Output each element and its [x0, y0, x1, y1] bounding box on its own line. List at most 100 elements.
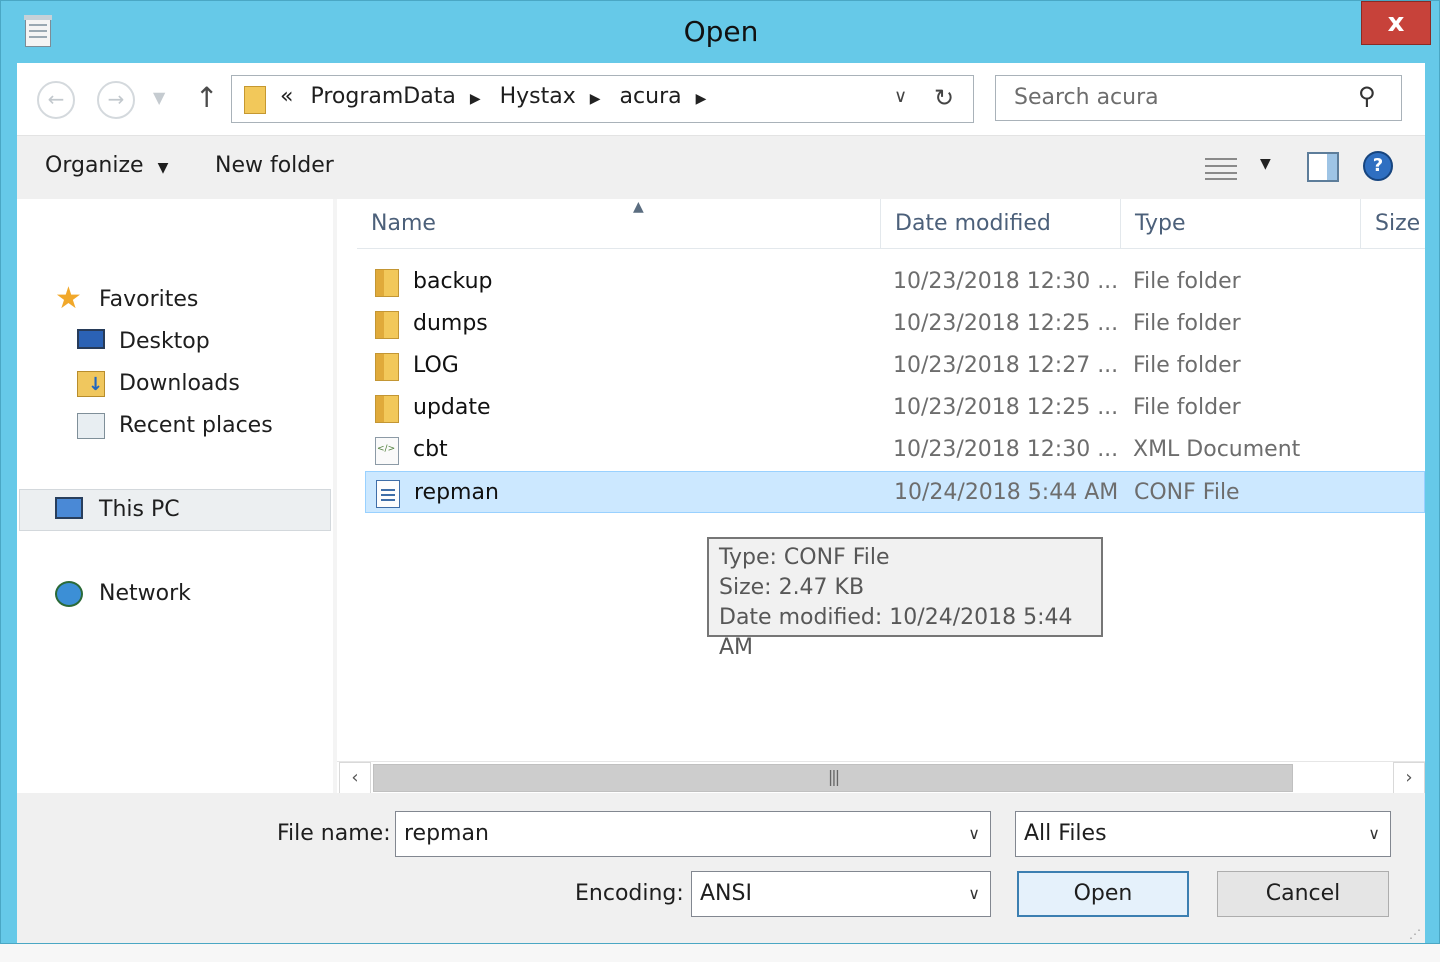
file-date: 10/24/2018 5:44 AM	[894, 480, 1119, 505]
nav-downloads[interactable]: Downloads	[77, 367, 317, 403]
search-input[interactable]: Search acura ⚲	[995, 75, 1402, 121]
file-row-backup[interactable]: backup 10/23/2018 12:30 ... File folder	[365, 261, 1425, 303]
folder-icon	[375, 311, 399, 339]
column-header-date[interactable]: Date modified	[881, 199, 1121, 249]
chevron-down-icon[interactable]: ∨	[968, 824, 980, 843]
back-arrow-icon[interactable]: ←	[37, 81, 75, 119]
file-row-log[interactable]: LOG 10/23/2018 12:27 ... File folder	[365, 345, 1425, 387]
file-name: cbt	[413, 437, 448, 462]
file-name: backup	[413, 269, 493, 294]
folder-icon	[244, 86, 266, 114]
address-history-chevron-icon[interactable]: ∨	[894, 86, 907, 107]
nav-network[interactable]: Network	[55, 577, 315, 613]
cancel-button[interactable]: Cancel	[1217, 871, 1389, 917]
open-button[interactable]: Open	[1017, 871, 1189, 917]
nav-recent-places-label: Recent places	[119, 413, 273, 438]
computer-icon	[55, 497, 83, 519]
nav-favorites[interactable]: ★ Favorites	[55, 281, 315, 319]
file-name: dumps	[413, 311, 488, 336]
chevron-down-icon[interactable]: ∨	[1368, 824, 1380, 843]
breadcrumb-separator-icon[interactable]: ▶	[696, 91, 707, 107]
recent-locations-chevron-icon[interactable]: ▼	[153, 88, 165, 107]
nav-desktop-label: Desktop	[119, 329, 210, 354]
file-date: 10/23/2018 12:27 ...	[893, 353, 1119, 378]
search-icon[interactable]: ⚲	[1358, 82, 1376, 110]
command-bar: Organize ▼ New folder ▼ ?	[17, 135, 1425, 199]
organize-label: Organize	[45, 153, 144, 178]
encoding-value: ANSI	[700, 881, 752, 906]
file-type: File folder	[1133, 353, 1241, 378]
scrollbar-thumb[interactable]: |||	[373, 764, 1293, 792]
scroll-right-icon[interactable]: ›	[1393, 762, 1425, 794]
file-name-value: repman	[404, 821, 489, 846]
nav-desktop[interactable]: Desktop	[77, 325, 317, 361]
folder-icon	[375, 395, 399, 423]
window-title: Open	[683, 15, 759, 48]
resize-grip-icon[interactable]: ⋰	[1409, 927, 1421, 941]
folder-icon	[375, 353, 399, 381]
column-header-type[interactable]: Type	[1121, 199, 1361, 249]
nav-this-pc-label: This PC	[99, 497, 180, 522]
column-header-size[interactable]: Size	[1361, 199, 1425, 249]
file-type: File folder	[1133, 269, 1241, 294]
encoding-select[interactable]: ANSI ∨	[691, 871, 991, 917]
scroll-left-icon[interactable]: ‹	[339, 762, 371, 794]
address-row: ← → ▼ ↑ « ProgramData ▶ Hystax ▶ acura ▶ ∨ …	[17, 63, 1425, 135]
folder-icon	[375, 269, 399, 297]
file-name-label: File name:	[277, 821, 391, 846]
nav-network-label: Network	[99, 581, 191, 606]
desktop-icon	[77, 329, 105, 349]
breadcrumb-acura[interactable]: acura	[620, 84, 682, 109]
breadcrumb-programdata[interactable]: ProgramData	[310, 84, 455, 109]
title-bar[interactable]: Open x	[1, 1, 1440, 63]
column-header-size-label: Size	[1375, 211, 1421, 236]
caret-down-icon: ▼	[157, 160, 169, 176]
file-row-dumps[interactable]: dumps 10/23/2018 12:25 ... File folder	[365, 303, 1425, 345]
star-icon: ★	[55, 281, 82, 316]
organize-button[interactable]: Organize ▼	[45, 153, 168, 178]
close-button[interactable]: x	[1361, 1, 1431, 45]
breadcrumb-hystax[interactable]: Hystax	[500, 84, 576, 109]
sort-ascending-icon: ▲	[633, 199, 644, 215]
preview-pane-icon[interactable]	[1307, 152, 1339, 182]
file-type: File folder	[1133, 395, 1241, 420]
recent-places-icon	[77, 413, 105, 439]
forward-arrow-icon[interactable]: →	[97, 81, 135, 119]
file-date: 10/23/2018 12:25 ...	[893, 395, 1119, 420]
file-row-repman[interactable]: repman 10/24/2018 5:44 AM CONF File	[365, 471, 1425, 513]
nav-this-pc[interactable]: This PC	[55, 493, 315, 529]
breadcrumb-separator-icon[interactable]: ▶	[590, 91, 601, 107]
file-row-update[interactable]: update 10/23/2018 12:25 ... File folder	[365, 387, 1425, 429]
file-type: XML Document	[1133, 437, 1301, 462]
file-row-cbt[interactable]: cbt 10/23/2018 12:30 ... XML Document	[365, 429, 1425, 471]
address-bar[interactable]: « ProgramData ▶ Hystax ▶ acura ▶ ∨ ↻	[231, 75, 974, 123]
breadcrumb-overflow[interactable]: «	[280, 84, 293, 109]
breadcrumb: « ProgramData ▶ Hystax ▶ acura ▶	[280, 84, 718, 109]
nav-favorites-label: Favorites	[99, 287, 199, 312]
view-options-caret-icon[interactable]: ▼	[1260, 156, 1271, 172]
network-icon	[55, 581, 83, 607]
details-view-icon[interactable]	[1205, 156, 1237, 180]
new-folder-button[interactable]: New folder	[215, 153, 334, 178]
refresh-icon[interactable]: ↻	[934, 84, 954, 112]
up-arrow-icon[interactable]: ↑	[195, 81, 218, 114]
file-name: update	[413, 395, 491, 420]
file-name: repman	[414, 480, 499, 505]
horizontal-scrollbar[interactable]: ‹ ||| ›	[337, 761, 1425, 794]
file-date: 10/23/2018 12:25 ...	[893, 311, 1119, 336]
nav-recent-places[interactable]: Recent places	[77, 409, 317, 445]
tooltip-type: Type: CONF File	[719, 545, 890, 570]
column-header-name[interactable]: Name ▲	[357, 199, 881, 249]
file-type-filter[interactable]: All Files ∨	[1015, 811, 1391, 857]
column-header-type-label: Type	[1135, 211, 1186, 236]
background-strip	[0, 944, 1440, 962]
file-name-combo[interactable]: repman ∨	[395, 811, 991, 857]
nav-downloads-label: Downloads	[119, 371, 240, 396]
chevron-down-icon[interactable]: ∨	[968, 884, 980, 903]
file-list: Name ▲ Date modified Type Size backup 10…	[337, 199, 1425, 761]
help-icon[interactable]: ?	[1363, 151, 1393, 181]
breadcrumb-separator-icon[interactable]: ▶	[470, 91, 481, 107]
tooltip-date: Date modified: 10/24/2018 5:44 AM	[719, 605, 1073, 660]
dialog-footer: File name: repman ∨ All Files ∨ Encoding…	[17, 793, 1425, 943]
file-type-filter-value: All Files	[1024, 821, 1107, 846]
